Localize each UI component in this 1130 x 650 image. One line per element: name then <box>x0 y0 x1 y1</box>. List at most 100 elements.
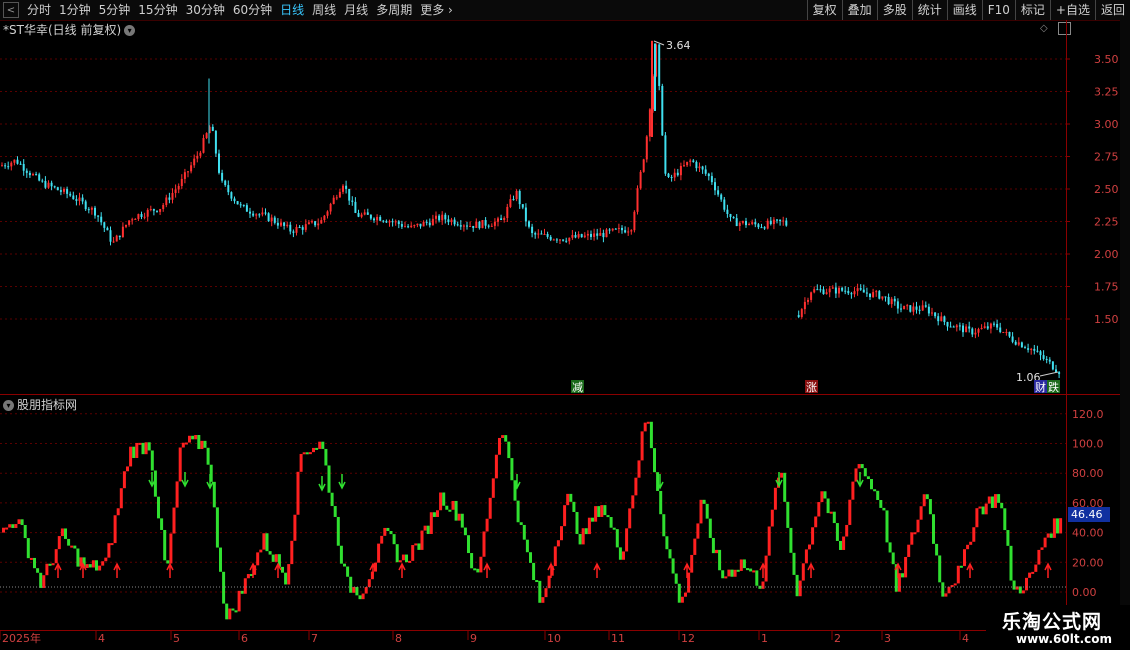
candle-body <box>630 230 633 232</box>
candle-body <box>900 308 902 310</box>
candle-body <box>196 155 199 159</box>
candle-body <box>701 166 704 170</box>
indicator-bar <box>783 472 787 502</box>
indicator-bar <box>591 517 594 522</box>
indicator-bar <box>436 510 439 517</box>
rise-marker[interactable]: 涨 <box>806 381 817 394</box>
indicator-bar <box>705 503 709 519</box>
reduce-marker[interactable]: 减 <box>572 381 583 394</box>
indicator-bar <box>122 471 126 489</box>
indicator-bar <box>721 570 725 579</box>
indicator-bar <box>566 493 570 506</box>
indicator-bar <box>5 527 9 530</box>
candle-body <box>47 182 50 188</box>
candle-body <box>590 233 592 237</box>
indicator-bar <box>153 470 157 497</box>
candle-body <box>869 293 871 298</box>
indicator-bar <box>1040 547 1044 550</box>
candle-body <box>63 188 65 192</box>
candle-body <box>596 233 599 236</box>
candle-body <box>180 178 183 186</box>
indicator-bar <box>228 608 232 620</box>
candle-body <box>1024 347 1026 349</box>
candle-body <box>555 239 558 241</box>
candle-body <box>332 197 335 204</box>
fall-marker[interactable]: 跌 <box>1048 380 1059 394</box>
indicator-bar <box>405 554 408 563</box>
candle-body <box>283 222 286 226</box>
indicator-bar <box>358 595 362 600</box>
indicator-bar <box>1012 580 1016 590</box>
candle-body <box>648 109 651 137</box>
indicator-bar <box>600 505 604 517</box>
candle-body <box>689 160 692 162</box>
candle-body <box>524 207 527 222</box>
indicator-bar <box>423 525 427 531</box>
price-tick-label: 1.75 <box>1094 281 1119 294</box>
candle-body <box>286 224 289 226</box>
candle-body <box>543 234 546 236</box>
indicator-bar <box>835 523 839 541</box>
candle-body <box>958 325 961 327</box>
indicator-bar <box>618 547 622 560</box>
candle-body <box>472 225 475 228</box>
candle-body <box>797 315 800 317</box>
indicator-bar <box>842 536 846 550</box>
indicator-bar <box>1003 508 1007 531</box>
indicator-bar <box>538 580 542 603</box>
indicator-bar <box>519 522 523 525</box>
indicator-bar <box>312 447 315 453</box>
candle-body <box>912 306 915 312</box>
indicator-bar <box>724 576 728 579</box>
candle-body <box>915 306 918 310</box>
indicator-bar <box>563 505 567 527</box>
indicator-bar <box>432 512 436 517</box>
indicator-bar <box>98 565 102 571</box>
indicator-bar <box>101 561 105 566</box>
indicator-tick-label: 40.00 <box>1072 527 1104 540</box>
candle-body <box>667 173 670 178</box>
candle-body <box>583 235 586 238</box>
indicator-bar <box>860 464 864 469</box>
candle-body <box>342 185 344 192</box>
candle-body <box>723 199 726 210</box>
indicator-bar <box>891 552 895 565</box>
candle-body <box>338 191 341 198</box>
candle-body <box>1030 348 1033 350</box>
candle-body <box>382 220 385 222</box>
indicator-bar <box>67 538 71 546</box>
candle-body <box>366 212 369 215</box>
buy-arrow-icon <box>966 562 974 578</box>
indicator-bar <box>144 442 148 455</box>
indicator-bar <box>696 523 700 539</box>
candle-body <box>1036 350 1039 352</box>
date-tick-label: 10 <box>547 632 561 645</box>
candle-body <box>295 227 298 233</box>
indicator-bar <box>826 498 830 514</box>
indicator-bar <box>181 442 185 448</box>
indicator-bar <box>693 538 697 555</box>
indicator-bar <box>625 528 629 552</box>
indicator-bar <box>39 572 43 588</box>
candle-body <box>205 133 208 139</box>
indicator-bar <box>132 446 136 458</box>
candle-body <box>441 214 444 221</box>
indicator-bar <box>702 499 706 504</box>
candle-body <box>552 239 555 241</box>
candle-body <box>983 326 986 328</box>
indicator-bar <box>113 515 117 544</box>
candle-body <box>549 236 552 240</box>
finance-marker[interactable]: 财 <box>1035 380 1046 394</box>
indicator-bar <box>442 492 446 506</box>
candle-body <box>94 207 96 216</box>
indicator-bar <box>798 580 802 597</box>
indicator-bar <box>953 583 957 586</box>
indicator-bar <box>284 572 288 585</box>
indicator-bar <box>659 490 663 515</box>
indicator-bar <box>848 499 852 525</box>
indicator-bar <box>463 527 467 536</box>
indicator-bar <box>256 552 260 566</box>
indicator-bar <box>197 435 201 450</box>
candle-body <box>261 212 264 215</box>
candle-body <box>717 190 720 195</box>
